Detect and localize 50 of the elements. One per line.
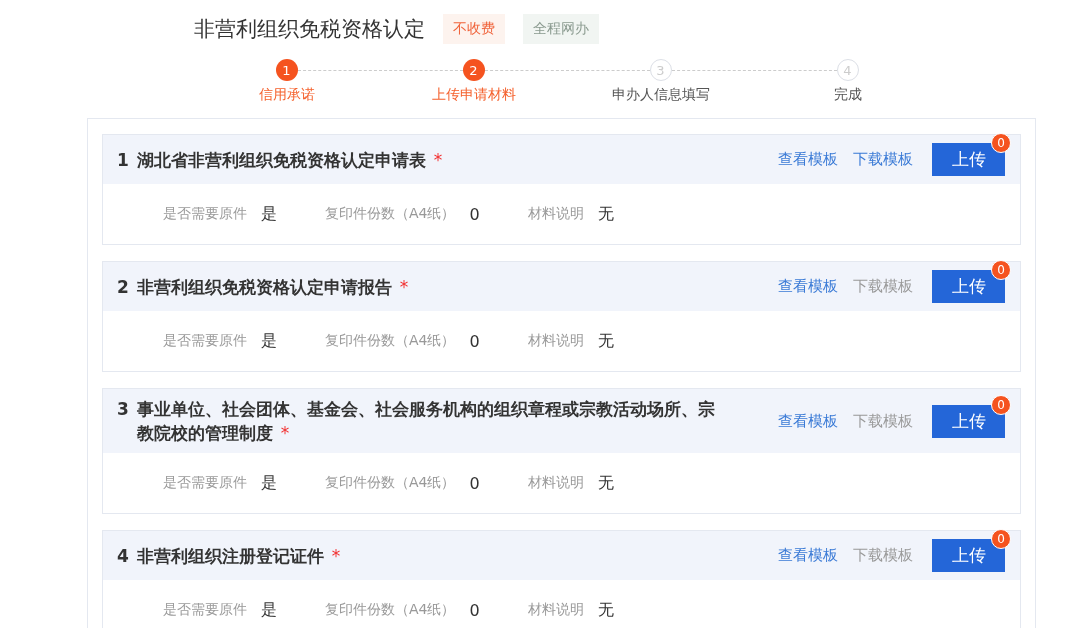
field-label: 复印件份数（A4纸） [325, 205, 456, 223]
field-label: 复印件份数（A4纸） [325, 332, 456, 350]
view-template-link[interactable]: 查看模板 [778, 150, 838, 169]
field-value: 0 [469, 473, 480, 493]
tag: 全程网办 [523, 14, 599, 44]
count-badge: 0 [991, 260, 1011, 280]
field-value: 0 [469, 204, 480, 224]
field-value: 是 [261, 203, 277, 225]
field-value: 无 [597, 599, 614, 621]
material-title: 事业单位、社会团体、基金会、社会服务机构的组织章程或宗教活动场所、宗教院校的管理制度 * [136, 398, 716, 445]
field-value: 无 [597, 472, 614, 494]
field-label: 是否需要原件 [163, 332, 247, 350]
view-template-link[interactable]: 查看模板 [778, 277, 838, 296]
field-label: 复印件份数（A4纸） [325, 601, 456, 619]
count-badge: 0 [991, 394, 1011, 415]
material-number: 2 [117, 275, 129, 299]
field-label: 复印件份数（A4纸） [325, 474, 456, 492]
field-value: 无 [597, 330, 614, 352]
material-number: 3 [117, 398, 129, 421]
count-badge: 0 [991, 529, 1011, 549]
material-number: 4 [117, 544, 129, 568]
material-title: 湖北省非营利组织免税资格认定申请表 * [136, 148, 443, 172]
field-label: 材料说明 [527, 474, 584, 492]
field-label: 是否需要原件 [163, 601, 247, 619]
field-label: 材料说明 [527, 601, 584, 619]
field-label: 是否需要原件 [163, 205, 247, 223]
step-label: 完成 [833, 86, 862, 104]
field-value: 是 [261, 330, 277, 352]
tag: 不收费 [443, 14, 505, 44]
material-title: 非营利组织注册登记证件 * [136, 544, 341, 568]
field-label: 材料说明 [527, 332, 584, 350]
field-value: 无 [597, 203, 614, 225]
step-label: 信用承诺 [258, 86, 315, 104]
field-value: 0 [469, 331, 480, 351]
step-number: 2 [462, 59, 485, 81]
download-template-link[interactable]: 下载模板 [853, 150, 913, 169]
page-title: 非营利组织免税资格认定 [194, 16, 425, 43]
step-label: 申办人信息填写 [611, 86, 710, 104]
field-value: 0 [469, 600, 480, 620]
field-value: 是 [261, 472, 277, 494]
step-number: 1 [275, 59, 298, 81]
view-template-link[interactable]: 查看模板 [778, 411, 838, 431]
material-number: 1 [117, 148, 129, 172]
step-label: 上传申请材料 [431, 86, 516, 104]
field-value: 是 [261, 599, 277, 621]
view-template-link[interactable]: 查看模板 [778, 546, 838, 565]
field-label: 材料说明 [527, 205, 584, 223]
field-label: 是否需要原件 [163, 474, 247, 492]
count-badge: 0 [991, 133, 1011, 153]
material-title: 非营利组织免税资格认定申请报告 * [136, 275, 409, 299]
